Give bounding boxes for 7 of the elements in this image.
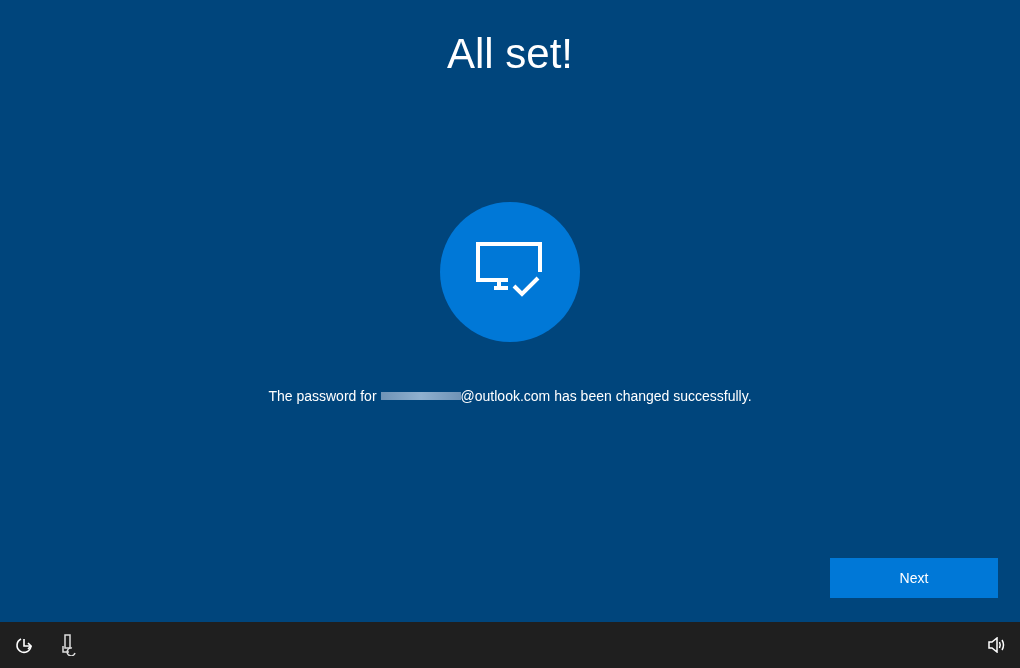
page-title: All set! (446, 29, 573, 79)
message-text: @outlook.com has been changed successfully. (460, 388, 752, 404)
keyboard-language-icon[interactable] (60, 634, 78, 656)
next-button[interactable]: Next (830, 558, 998, 598)
message-text: The password for (268, 388, 377, 404)
ease-of-access-icon[interactable] (14, 635, 34, 655)
volume-icon[interactable] (988, 637, 1006, 653)
